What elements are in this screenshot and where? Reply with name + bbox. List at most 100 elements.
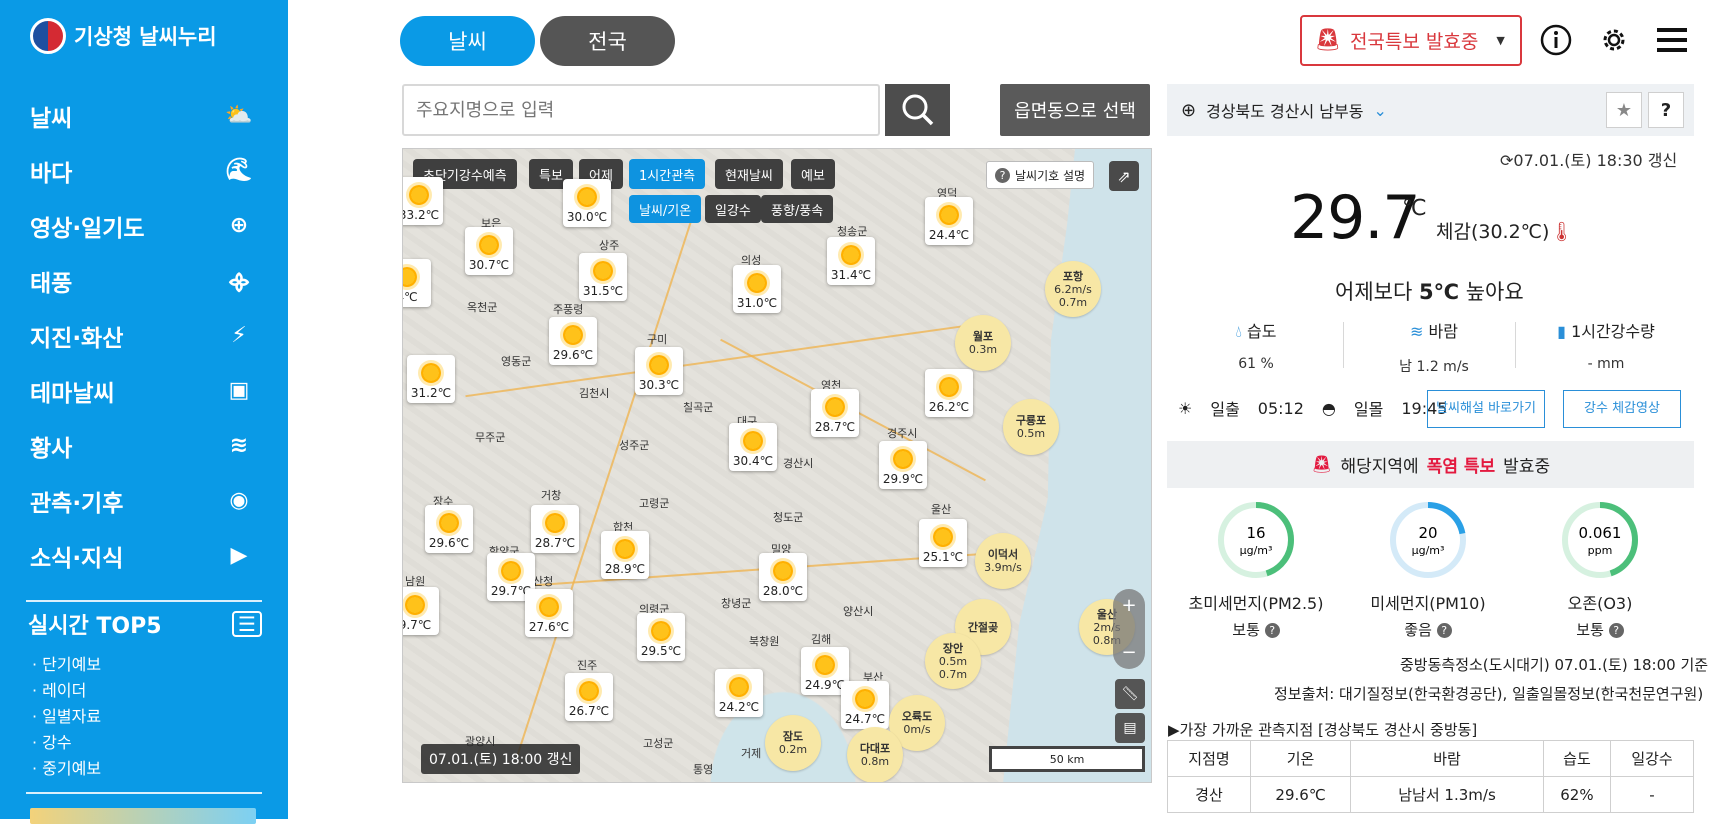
temp-value: 26.2℃ [928, 400, 970, 414]
question-icon[interactable]: ? [1264, 623, 1280, 638]
tab-weather[interactable]: 날씨 [400, 16, 535, 66]
chip-wind[interactable]: 풍향/풍속 [761, 195, 834, 223]
nav-item-news[interactable]: 소식·지식 ▶ [0, 528, 288, 583]
temp-marker[interactable]: 31.5℃ [579, 253, 627, 301]
temp-marker[interactable]: 27.6℃ [525, 589, 573, 637]
cloud-sun-icon: ⛅ [225, 103, 253, 128]
buoy-marker[interactable]: 구룡포 0.5m [1003, 399, 1059, 455]
ruler-icon[interactable]: 📏︎ [1115, 679, 1145, 709]
buoy-marker[interactable]: 포항 6.2m/s 0.7m [1045, 261, 1101, 317]
sidebar: 기상청 날씨누리 날씨 ⛅ 바다 🌊︎ 영상·일기도 ⊕ 태풍 ᯽ 지진·화산 ⚡ 테마날… [0, 0, 288, 824]
buoy-marker[interactable]: 장안 0.5m 0.7m [925, 633, 981, 689]
nav-item-theme[interactable]: 테마날씨 ▣ [0, 363, 288, 418]
temp-marker[interactable]: 26.2℃ [925, 369, 973, 417]
chip-forecast[interactable]: 예보 [791, 159, 835, 189]
temp-marker[interactable]: 4℃ [403, 259, 431, 307]
buoy-marker[interactable]: 이덕서 3.9m/s [975, 533, 1031, 589]
zoom-in-button[interactable]: + [1121, 595, 1136, 616]
nav-item-earthquake[interactable]: 지진·화산 ⚡ [0, 308, 288, 363]
status-text: 좋음 [1404, 621, 1432, 639]
buoy-value: 0.7m [1058, 295, 1088, 309]
temp-marker[interactable]: 24.2℃ [715, 669, 763, 717]
nav-item-climate[interactable]: 관측·기후 ◉ [0, 473, 288, 528]
refresh-icon[interactable]: ⟳ [1500, 151, 1513, 170]
temp-marker[interactable]: 28.0℃ [759, 553, 807, 601]
temp-marker[interactable]: 31.0℃ [733, 265, 781, 313]
zoom-out-button[interactable]: − [1121, 642, 1136, 663]
nav-item-imagery[interactable]: 영상·일기도 ⊕ [0, 198, 288, 253]
temp-marker[interactable]: 31.4℃ [827, 237, 875, 285]
city-label: 성주군 [619, 439, 650, 452]
sun-icon [825, 397, 845, 417]
symbol-legend-button[interactable]: ? 날씨기호 설명 [986, 161, 1095, 189]
chip-weather-temp[interactable]: 날씨/기온 [629, 195, 702, 223]
favorite-star-icon[interactable]: ★ [1606, 92, 1642, 128]
buoy-marker[interactable]: 월포 0.3m [955, 315, 1011, 371]
city-label: 양산시 [843, 605, 874, 618]
buoy-marker[interactable]: 다대포 0.8m [847, 727, 903, 782]
info-icon[interactable] [1536, 20, 1576, 60]
temp-value: 30.4℃ [732, 454, 774, 468]
weather-commentary-button[interactable]: 날씨해설 바로가기 [1427, 390, 1545, 428]
top5-item[interactable]: · 레이더 [32, 678, 101, 704]
search-input[interactable] [402, 84, 880, 136]
current-temperature: 29.7 [1290, 183, 1421, 253]
buoy-name: 오륙도 [901, 710, 933, 723]
temp-marker[interactable]: 30.0℃ [563, 179, 611, 227]
chip-hourly-obs[interactable]: 1시간관측 [629, 159, 706, 189]
external-link-icon[interactable]: ⇗ [1109, 161, 1139, 191]
temp-marker[interactable]: 24.4℃ [925, 197, 973, 245]
sun-icon [409, 185, 429, 205]
zoom-control[interactable]: + − [1113, 589, 1145, 669]
nav-item-sea[interactable]: 바다 🌊︎ [0, 143, 288, 198]
temp-marker[interactable]: 33.2℃ [403, 177, 443, 225]
buoy-marker[interactable]: 잠도 0.2m [765, 715, 821, 771]
nav-item-yellow-dust[interactable]: 황사 ≋ [0, 418, 288, 473]
promo-banner[interactable] [30, 808, 256, 824]
top5-item[interactable]: · 강수 [32, 730, 101, 756]
temp-marker[interactable]: 29.6℃ [425, 505, 473, 553]
temp-marker[interactable]: 28.9℃ [601, 531, 649, 579]
map-layer-icon[interactable]: ▤ [1115, 713, 1145, 743]
temp-marker[interactable]: 30.4℃ [729, 423, 777, 471]
temp-marker[interactable]: 26.7℃ [565, 673, 613, 721]
temp-marker[interactable]: 31.2℃ [407, 355, 455, 403]
temp-marker[interactable]: 24.7℃ [841, 681, 889, 729]
top5-item[interactable]: · 단기예보 [32, 652, 101, 678]
temp-marker[interactable]: 29.5℃ [637, 613, 685, 661]
kma-logo[interactable]: 기상청 날씨누리 [30, 18, 217, 54]
temp-marker[interactable]: 28.7℃ [531, 505, 579, 553]
hamburger-menu-icon[interactable] [1652, 20, 1692, 60]
nav-item-typhoon[interactable]: 태풍 ᯽ [0, 253, 288, 308]
temp-marker[interactable]: 30.7℃ [465, 227, 513, 275]
search-button[interactable] [885, 84, 950, 136]
top5-item[interactable]: · 중기예보 [32, 756, 101, 782]
temp-marker[interactable]: 25.1℃ [919, 519, 967, 567]
col-header: 기온 [1249, 740, 1352, 777]
temp-marker[interactable]: 29.9℃ [879, 441, 927, 489]
national-alert-button[interactable]: 🚨︎ 전국특보 발효중 ▼ [1300, 15, 1522, 66]
locate-icon[interactable]: ⊕ [1181, 100, 1196, 121]
temp-marker[interactable]: 9.7℃ [403, 587, 439, 635]
help-icon[interactable]: ? [1648, 92, 1684, 128]
top5-item[interactable]: · 일별자료 [32, 704, 101, 730]
temp-value: 27.6℃ [528, 620, 570, 634]
top5-header[interactable]: 실시간 TOP5 ☰ [28, 608, 262, 640]
temp-marker[interactable]: 28.7℃ [811, 389, 859, 437]
gear-icon[interactable] [1594, 20, 1634, 60]
weather-map[interactable]: 초단기강수예측 특보 어제 1시간관측 현재날씨 예보 날씨/기온 일강수 풍향… [402, 148, 1152, 783]
temp-marker[interactable]: 29.6℃ [549, 317, 597, 365]
rain-video-button[interactable]: 강수 체감영상 [1563, 390, 1681, 428]
chip-daily-rain[interactable]: 일강수 [705, 195, 761, 223]
sun-icon [855, 689, 875, 709]
temp-marker[interactable]: 30.3℃ [635, 347, 683, 395]
question-icon[interactable]: ? [1436, 623, 1452, 638]
question-icon[interactable]: ? [1608, 623, 1624, 638]
chip-current[interactable]: 현재날씨 [715, 159, 783, 189]
gauge-unit: μg/m³ [1412, 544, 1445, 557]
tab-national[interactable]: 전국 [540, 16, 675, 66]
nav-item-weather[interactable]: 날씨 ⛅ [0, 88, 288, 143]
select-dong-button[interactable]: 읍면동으로 선택 [1000, 84, 1150, 136]
city-label: 경산시 [783, 457, 814, 470]
sun-icon [439, 513, 459, 533]
